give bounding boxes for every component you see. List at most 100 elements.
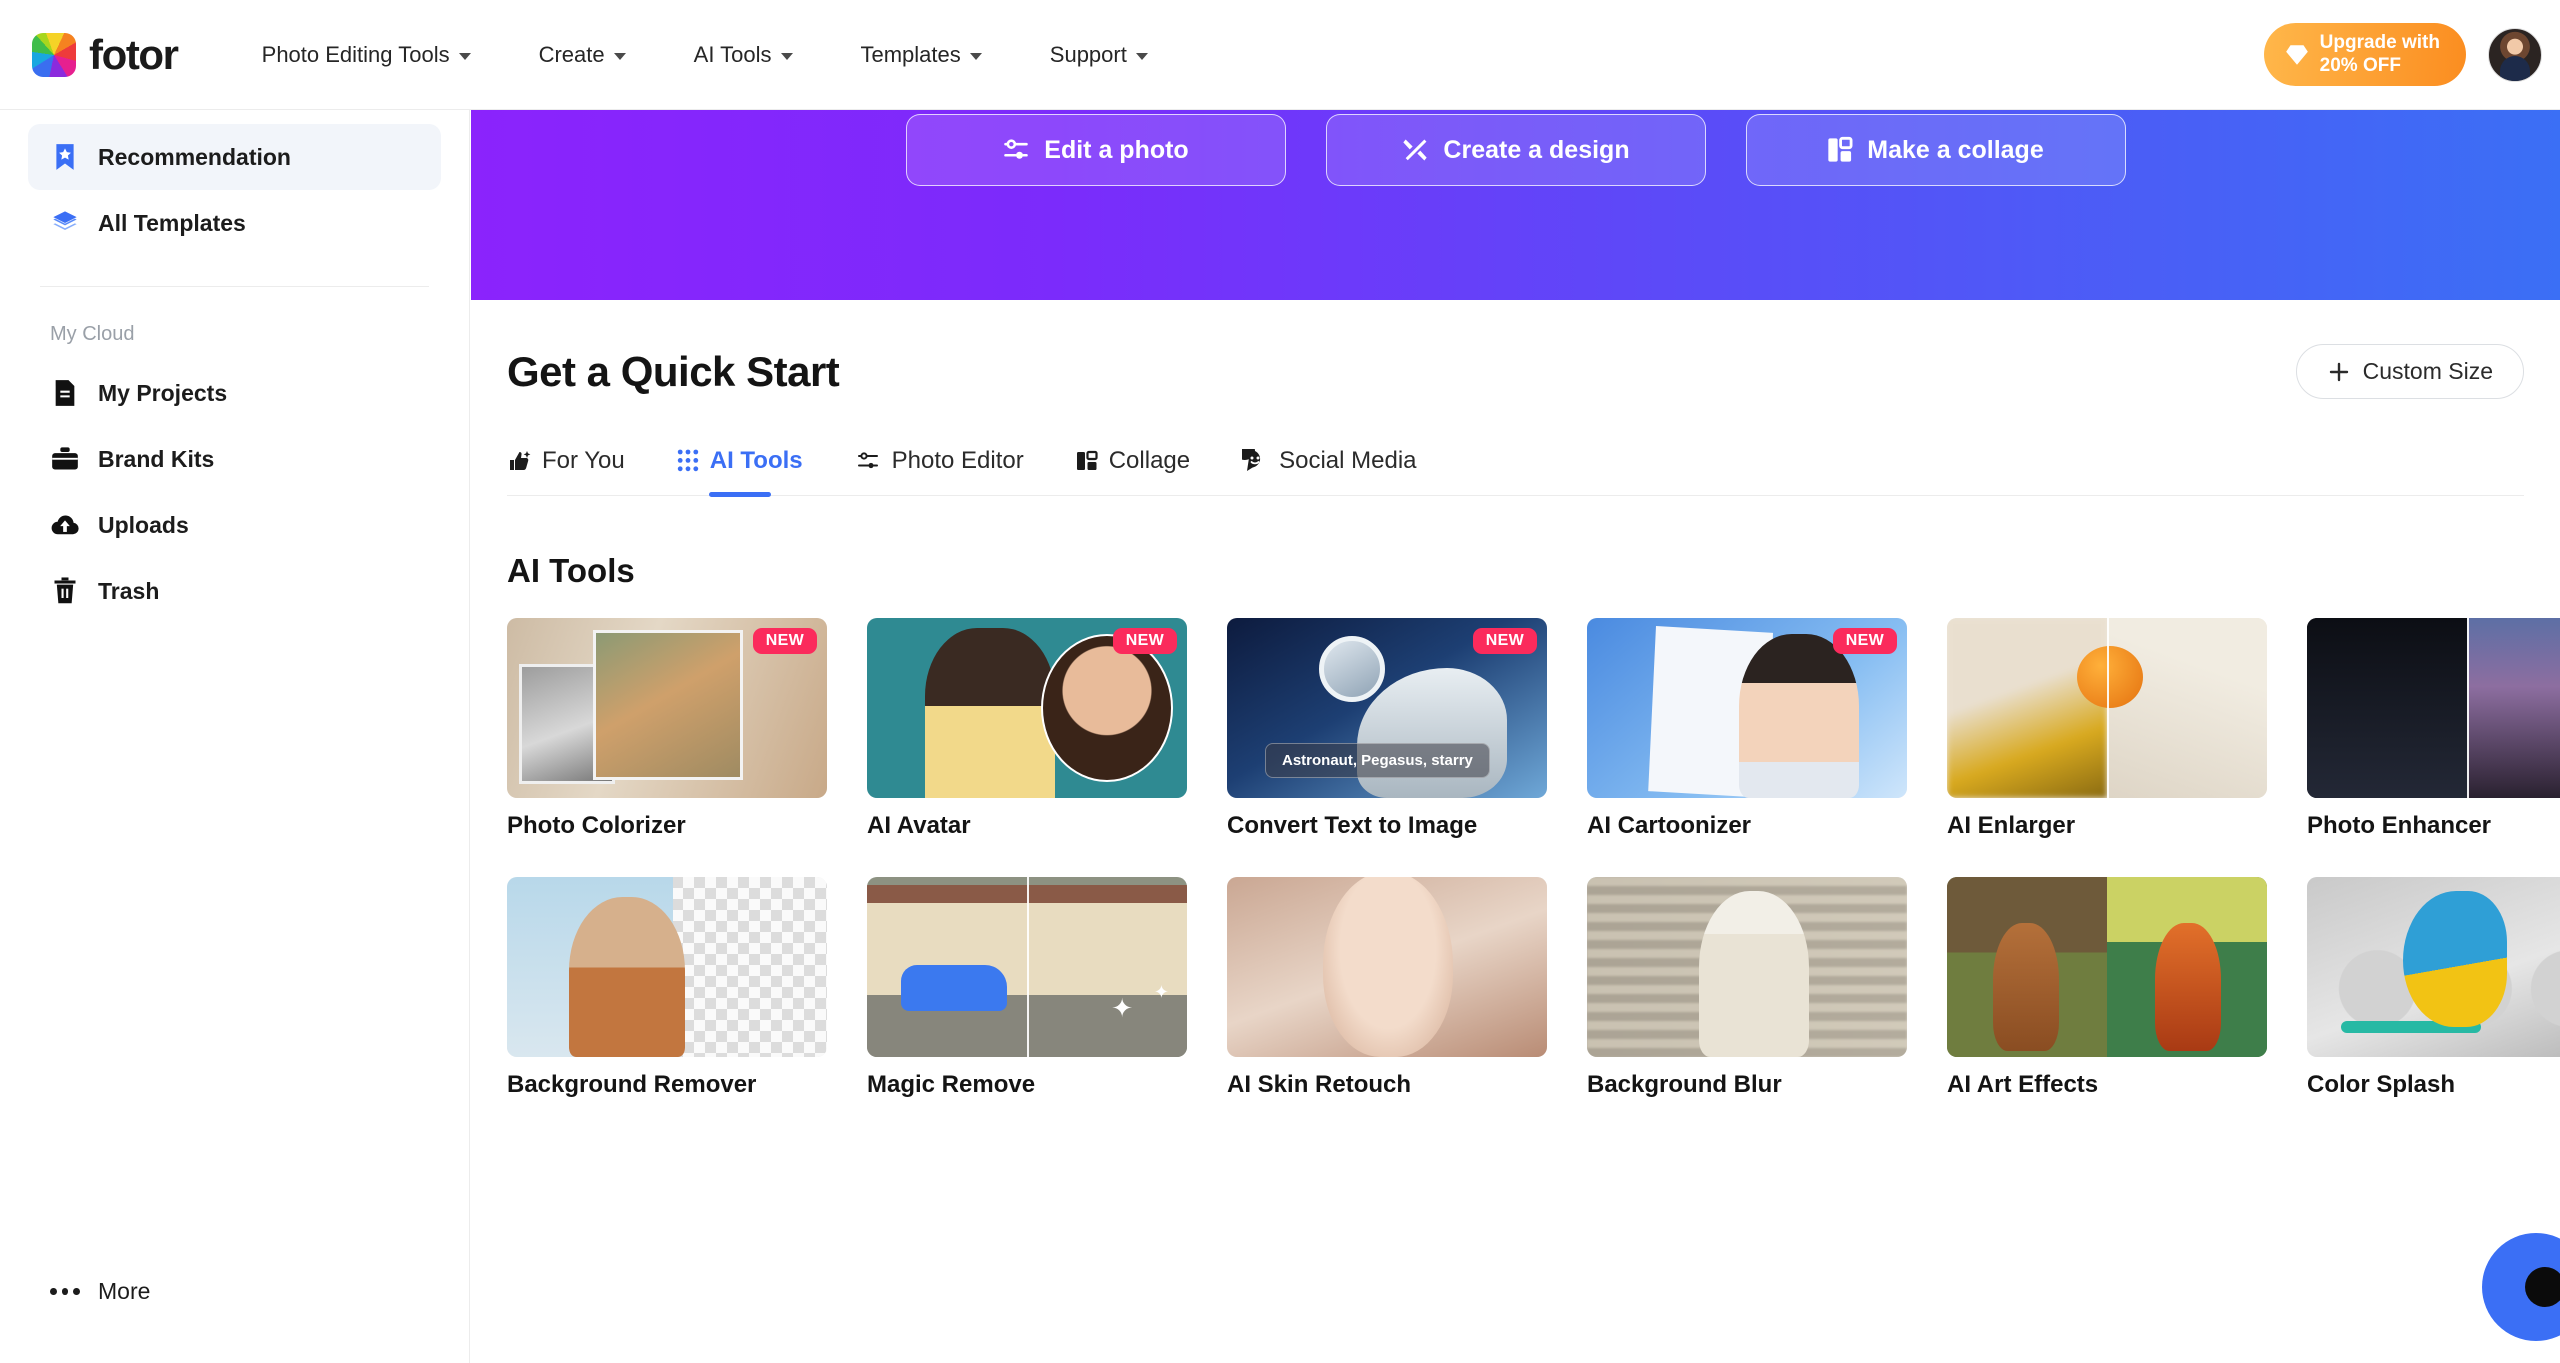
thumbnail-art [1947, 618, 2267, 798]
chevron-down-icon [969, 52, 982, 60]
tool-card-ai-cartoonizer[interactable]: NEW AI Cartoonizer [1587, 618, 1907, 840]
sidebar-item-more[interactable]: More [28, 1263, 150, 1319]
nav-support[interactable]: Support [1050, 32, 1148, 78]
sidebar-item-label: Brand Kits [98, 445, 215, 472]
tab-social-media[interactable]: Social Media [1216, 439, 1442, 495]
tab-label: Collage [1108, 447, 1191, 474]
tab-label: For You [542, 447, 625, 474]
avatar[interactable] [2488, 27, 2542, 82]
tool-thumbnail [1947, 618, 2267, 798]
tool-card-ai-avatar[interactable]: NEW AI Avatar [867, 618, 1187, 840]
pen-ruler-icon [1403, 139, 1428, 161]
left-sidebar: Recommendation All Templates My Cloud My… [0, 110, 470, 1363]
upgrade-button[interactable]: Upgrade with 20% OFF [2263, 23, 2466, 86]
chat-smile-icon [1242, 449, 1261, 471]
sidebar-item-label: Uploads [98, 511, 189, 538]
tool-thumbnail [1227, 877, 1547, 1057]
sidebar-item-brand-kits[interactable]: Brand Kits [28, 426, 441, 492]
layers-icon [50, 208, 80, 238]
tab-for-you[interactable]: For You [507, 439, 651, 495]
chevron-down-icon [613, 52, 626, 60]
tool-label: Convert Text to Image [1227, 812, 1478, 839]
bookmark-star-icon [50, 142, 80, 172]
quick-start-header: Get a Quick Start Custom Size [471, 300, 2560, 399]
new-badge: NEW [1112, 628, 1177, 654]
promo-banner: Edit a photo Create a design Make a coll… [471, 110, 2560, 300]
tool-thumbnail [2307, 877, 2560, 1057]
sidebar-item-recommendation[interactable]: Recommendation [28, 124, 441, 190]
tool-label: AI Skin Retouch [1227, 1071, 1412, 1098]
sidebar-item-all-templates[interactable]: All Templates [28, 190, 441, 256]
sidebar-item-uploads[interactable]: Uploads [28, 492, 441, 558]
chevron-down-icon [1135, 52, 1148, 60]
tool-label: Background Remover [507, 1071, 757, 1098]
ellipsis-icon [50, 1287, 81, 1295]
tool-thumbnail: NEW [507, 618, 827, 798]
tab-photo-editor[interactable]: Photo Editor [829, 439, 1050, 495]
custom-size-label: Custom Size [2362, 358, 2493, 384]
collage-grid-icon [1076, 450, 1098, 470]
tool-card-background-blur[interactable]: Background Blur [1587, 877, 1907, 1099]
nav-photo-editing-tools[interactable]: Photo Editing Tools [262, 32, 471, 78]
nav-label: AI Tools [693, 41, 772, 67]
nav-templates[interactable]: Templates [861, 32, 982, 78]
help-chat-button[interactable] [2482, 1233, 2560, 1341]
trash-icon [50, 576, 80, 606]
tool-card-ai-skin-retouch[interactable]: AI Skin Retouch [1227, 877, 1547, 1099]
make-a-collage-button[interactable]: Make a collage [1745, 114, 2126, 186]
thumbnail-art [1587, 877, 1907, 1057]
edit-a-photo-button[interactable]: Edit a photo [905, 114, 1286, 186]
sliders-icon [857, 452, 878, 469]
tab-label: Photo Editor [891, 447, 1024, 474]
tool-thumbnail: NEW [1587, 618, 1907, 798]
create-a-design-button[interactable]: Create a design [1325, 114, 1706, 186]
sidebar-item-label: Recommendation [98, 143, 291, 170]
cloud-upload-icon [50, 510, 80, 540]
tool-thumbnail: NEW [867, 618, 1187, 798]
sidebar-item-my-projects[interactable]: My Projects [28, 360, 441, 426]
custom-size-button[interactable]: Custom Size [2295, 344, 2524, 399]
banner-button-label: Create a design [1443, 135, 1630, 164]
sidebar-item-label: All Templates [98, 209, 246, 236]
thumbnail-art [2307, 877, 2560, 1057]
sidebar-divider [40, 286, 429, 287]
sliders-icon [1004, 139, 1029, 159]
tool-thumbnail: ✦ ✦ [867, 877, 1187, 1057]
banner-button-label: Edit a photo [1044, 135, 1189, 164]
fotor-logo[interactable]: fotor [32, 30, 179, 79]
nav-label: Support [1049, 41, 1127, 67]
thumbs-up-icon [510, 451, 531, 470]
sidebar-item-trash[interactable]: Trash [28, 558, 441, 624]
page-title: Get a Quick Start [507, 347, 840, 395]
nav-ai-tools[interactable]: AI Tools [694, 32, 793, 78]
tool-card-color-splash[interactable]: Color Splash [2307, 877, 2560, 1099]
tool-card-photo-colorizer[interactable]: NEW Photo Colorizer [507, 618, 827, 840]
fotor-pinwheel-icon [32, 32, 76, 77]
briefcase-icon [50, 444, 80, 474]
thumbnail-art [1227, 877, 1547, 1057]
logo-wordmark: fotor [89, 30, 179, 78]
tool-card-photo-enhancer[interactable]: Photo Enhancer [2307, 618, 2560, 840]
chevron-down-icon [780, 52, 793, 60]
tab-label: Social Media [1279, 447, 1417, 474]
banner-button-label: Make a collage [1867, 135, 2044, 164]
tool-card-ai-art-effects[interactable]: AI Art Effects [1947, 877, 2267, 1099]
tool-thumbnail [1947, 877, 2267, 1057]
upgrade-line-1: Upgrade with [2319, 32, 2440, 54]
tool-label: AI Enlarger [1947, 812, 2076, 839]
nav-label: Photo Editing Tools [261, 41, 450, 67]
tool-card-magic-remove[interactable]: ✦ ✦ Magic Remove [867, 877, 1187, 1099]
tab-collage[interactable]: Collage [1050, 439, 1216, 495]
tool-card-convert-text-to-image[interactable]: NEW Astronaut, Pegasus, starry Convert T… [1227, 618, 1547, 840]
ai-tools-grid: NEW Photo Colorizer NEW AI Avatar NEW As… [507, 618, 2560, 1099]
tool-card-ai-enlarger[interactable]: AI Enlarger [1947, 618, 2267, 840]
tool-card-background-remover[interactable]: Background Remover [507, 877, 827, 1099]
tool-label: AI Avatar [867, 812, 971, 839]
tool-label: AI Art Effects [1947, 1071, 2099, 1098]
tab-ai-tools[interactable]: AI Tools [651, 439, 829, 495]
upgrade-label: Upgrade with 20% OFF [2320, 32, 2440, 77]
new-badge: NEW [1832, 628, 1897, 654]
nav-create[interactable]: Create [539, 32, 626, 78]
main-content: Edit a photo Create a design Make a coll… [471, 110, 2560, 1363]
plus-icon [2329, 362, 2348, 381]
